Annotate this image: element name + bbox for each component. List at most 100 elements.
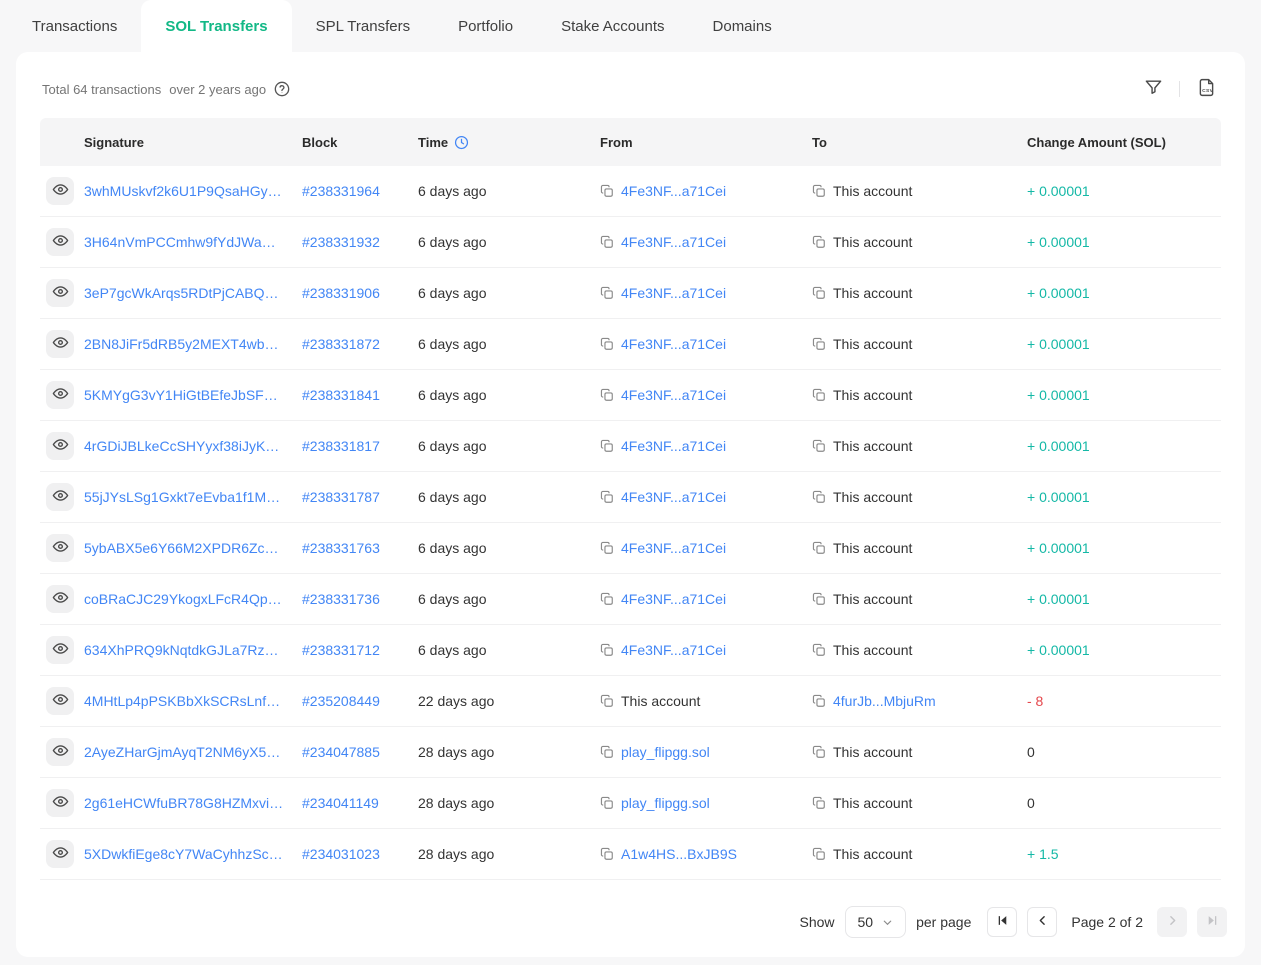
- copy-icon[interactable]: [600, 235, 614, 249]
- block-link[interactable]: #235208449: [302, 693, 380, 709]
- to-address[interactable]: This account: [833, 336, 912, 352]
- copy-icon[interactable]: [600, 592, 614, 606]
- signature-link[interactable]: 3whMUskvf2k6U1P9QsaHGy…: [84, 183, 282, 199]
- copy-icon[interactable]: [600, 184, 614, 198]
- tab-portfolio[interactable]: Portfolio: [434, 0, 537, 52]
- preview-transaction-button[interactable]: [46, 432, 74, 460]
- tab-sol-transfers[interactable]: SOL Transfers: [141, 0, 291, 52]
- from-address[interactable]: 4Fe3NF...a71Cei: [621, 387, 726, 403]
- copy-icon[interactable]: [812, 643, 826, 657]
- next-page-button[interactable]: [1157, 907, 1187, 937]
- copy-icon[interactable]: [812, 694, 826, 708]
- block-link[interactable]: #238331736: [302, 591, 380, 607]
- from-address[interactable]: play_flipgg.sol: [621, 795, 710, 811]
- to-address[interactable]: This account: [833, 489, 912, 505]
- from-address[interactable]: This account: [621, 693, 700, 709]
- signature-link[interactable]: coBRaCJC29YkogxLFcR4Qp…: [84, 591, 282, 607]
- preview-transaction-button[interactable]: [46, 483, 74, 511]
- copy-icon[interactable]: [600, 541, 614, 555]
- copy-icon[interactable]: [812, 337, 826, 351]
- preview-transaction-button[interactable]: [46, 228, 74, 256]
- preview-transaction-button[interactable]: [46, 534, 74, 562]
- signature-link[interactable]: 2AyeZHarGjmAyqT2NM6yX5…: [84, 744, 280, 760]
- copy-icon[interactable]: [812, 796, 826, 810]
- preview-transaction-button[interactable]: [46, 840, 74, 868]
- preview-transaction-button[interactable]: [46, 381, 74, 409]
- copy-icon[interactable]: [600, 694, 614, 708]
- preview-transaction-button[interactable]: [46, 636, 74, 664]
- tab-spl-transfers[interactable]: SPL Transfers: [292, 0, 434, 52]
- copy-icon[interactable]: [812, 592, 826, 606]
- from-address[interactable]: 4Fe3NF...a71Cei: [621, 489, 726, 505]
- from-address[interactable]: 4Fe3NF...a71Cei: [621, 540, 726, 556]
- copy-icon[interactable]: [600, 745, 614, 759]
- to-address[interactable]: 4furJb...MbjuRm: [833, 693, 936, 709]
- copy-icon[interactable]: [812, 235, 826, 249]
- signature-link[interactable]: 634XhPRQ9kNqtdkGJLa7Rz…: [84, 642, 279, 658]
- tab-transactions[interactable]: Transactions: [8, 0, 141, 52]
- copy-icon[interactable]: [812, 847, 826, 861]
- copy-icon[interactable]: [600, 796, 614, 810]
- copy-icon[interactable]: [812, 490, 826, 504]
- from-address[interactable]: 4Fe3NF...a71Cei: [621, 285, 726, 301]
- signature-link[interactable]: 3eP7gcWkArqs5RDtPjCABQ…: [84, 285, 279, 301]
- first-page-button[interactable]: [987, 907, 1017, 937]
- tab-domains[interactable]: Domains: [689, 0, 796, 52]
- from-address[interactable]: 4Fe3NF...a71Cei: [621, 591, 726, 607]
- copy-icon[interactable]: [812, 745, 826, 759]
- to-address[interactable]: This account: [833, 183, 912, 199]
- block-link[interactable]: #238331763: [302, 540, 380, 556]
- from-address[interactable]: play_flipgg.sol: [621, 744, 710, 760]
- block-link[interactable]: #234047885: [302, 744, 380, 760]
- preview-transaction-button[interactable]: [46, 177, 74, 205]
- signature-link[interactable]: 5KMYgG3vY1HiGtBEfeJbSF…: [84, 387, 278, 403]
- signature-link[interactable]: 5ybABX5e6Y66M2XPDR6Zc…: [84, 540, 279, 556]
- signature-link[interactable]: 4MHtLp4pPSKBbXkSCRsLnf…: [84, 693, 280, 709]
- block-link[interactable]: #234041149: [302, 795, 379, 811]
- block-link[interactable]: #238331964: [302, 183, 380, 199]
- preview-transaction-button[interactable]: [46, 738, 74, 766]
- from-address[interactable]: 4Fe3NF...a71Cei: [621, 336, 726, 352]
- signature-link[interactable]: 4rGDiJBLkeCcSHYyxf38iJyK…: [84, 438, 279, 454]
- block-link[interactable]: #238331906: [302, 285, 380, 301]
- from-address[interactable]: 4Fe3NF...a71Cei: [621, 438, 726, 454]
- last-page-button[interactable]: [1197, 907, 1227, 937]
- page-size-select[interactable]: 50: [845, 906, 907, 938]
- preview-transaction-button[interactable]: [46, 687, 74, 715]
- tab-stake-accounts[interactable]: Stake Accounts: [537, 0, 688, 52]
- to-address[interactable]: This account: [833, 744, 912, 760]
- from-address[interactable]: A1w4HS...BxJB9S: [621, 846, 737, 862]
- block-link[interactable]: #238331817: [302, 438, 380, 454]
- preview-transaction-button[interactable]: [46, 279, 74, 307]
- preview-transaction-button[interactable]: [46, 330, 74, 358]
- signature-link[interactable]: 3H64nVmPCCmhw9fYdJWa…: [84, 234, 276, 250]
- signature-link[interactable]: 2g61eHCWfuBR78G8HZMxvi…: [84, 795, 283, 811]
- copy-icon[interactable]: [600, 439, 614, 453]
- block-link[interactable]: #234031023: [302, 846, 380, 862]
- block-link[interactable]: #238331841: [302, 387, 380, 403]
- copy-icon[interactable]: [812, 184, 826, 198]
- copy-icon[interactable]: [812, 286, 826, 300]
- from-address[interactable]: 4Fe3NF...a71Cei: [621, 234, 726, 250]
- to-address[interactable]: This account: [833, 846, 912, 862]
- signature-link[interactable]: 5XDwkfiEge8cY7WaCyhhzSc…: [84, 846, 283, 862]
- signature-link[interactable]: 55jJYsLSg1Gxkt7eEvba1f1M…: [84, 489, 280, 505]
- copy-icon[interactable]: [812, 541, 826, 555]
- to-address[interactable]: This account: [833, 387, 912, 403]
- to-address[interactable]: This account: [833, 234, 912, 250]
- to-address[interactable]: This account: [833, 642, 912, 658]
- block-link[interactable]: #238331787: [302, 489, 380, 505]
- copy-icon[interactable]: [600, 286, 614, 300]
- block-link[interactable]: #238331712: [302, 642, 380, 658]
- copy-icon[interactable]: [812, 388, 826, 402]
- from-address[interactable]: 4Fe3NF...a71Cei: [621, 183, 726, 199]
- preview-transaction-button[interactable]: [46, 585, 74, 613]
- copy-icon[interactable]: [600, 388, 614, 402]
- clock-icon[interactable]: [454, 135, 469, 150]
- copy-icon[interactable]: [600, 337, 614, 351]
- copy-icon[interactable]: [812, 439, 826, 453]
- to-address[interactable]: This account: [833, 591, 912, 607]
- to-address[interactable]: This account: [833, 438, 912, 454]
- help-circle-icon[interactable]: [274, 81, 290, 97]
- block-link[interactable]: #238331932: [302, 234, 380, 250]
